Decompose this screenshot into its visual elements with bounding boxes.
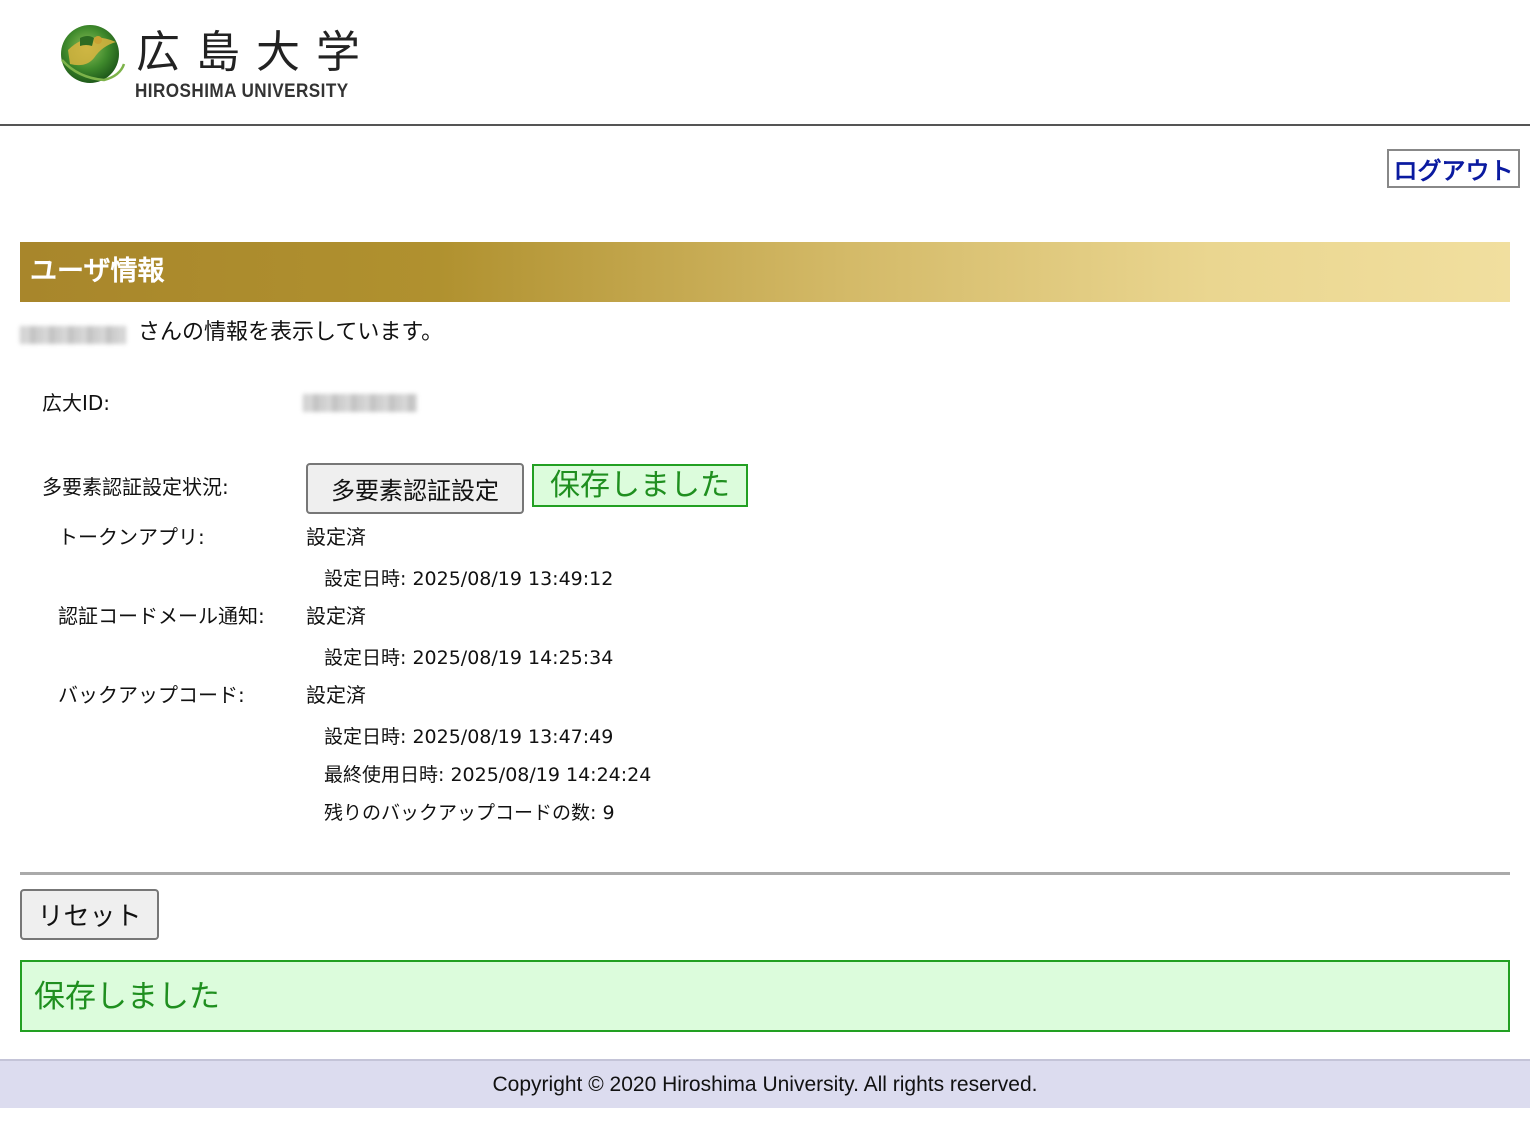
section-divider <box>20 872 1510 875</box>
mfa-settings-button[interactable]: 多要素認証設定 <box>306 463 524 514</box>
user-id-label: 広大ID: <box>42 391 111 415</box>
saved-banner: 保存しました <box>20 960 1510 1032</box>
copyright-text: Copyright © 2020 Hiroshima University. A… <box>492 1072 1038 1096</box>
backup-code-status: 設定済 <box>306 683 366 707</box>
token-app-status: 設定済 <box>306 525 366 549</box>
backup-code-label: バックアップコード: <box>58 683 245 707</box>
site-footer: Copyright © 2020 Hiroshima University. A… <box>0 1059 1530 1108</box>
site-header: 広島大学 HIROSHIMA UNIVERSITY <box>0 0 1530 126</box>
redacted-user-name <box>20 326 126 344</box>
redacted-user-id <box>303 394 417 412</box>
section-title: ユーザ情報 <box>30 256 165 287</box>
backup-code-set-datetime: 設定日時: 2025/08/19 13:47:49 <box>324 726 614 748</box>
reset-button[interactable]: リセット <box>20 889 159 940</box>
token-app-set-datetime: 設定日時: 2025/08/19 13:49:12 <box>324 568 614 590</box>
email-notify-label: 認証コードメール通知: <box>58 604 265 628</box>
email-notify-set-datetime: 設定日時: 2025/08/19 14:25:34 <box>324 647 614 669</box>
backup-code-remaining: 残りのバックアップコードの数: 9 <box>324 802 615 824</box>
section-header: ユーザ情報 <box>20 242 1510 302</box>
user-intro-text: さんの情報を表示しています。 <box>138 320 444 345</box>
saved-notice-inline: 保存しました <box>532 464 748 507</box>
token-app-label: トークンアプリ: <box>58 525 205 549</box>
university-emblem-icon <box>61 25 126 83</box>
logout-link[interactable]: ログアウト <box>1387 149 1520 188</box>
logo-english-name: HIROSHIMA UNIVERSITY <box>135 81 349 102</box>
logo-japanese-name: 広島大学 <box>136 27 376 78</box>
email-notify-status: 設定済 <box>306 604 366 628</box>
backup-code-last-used: 最終使用日時: 2025/08/19 14:24:24 <box>324 764 652 786</box>
mfa-status-label: 多要素認証設定状況: <box>42 475 229 499</box>
saved-banner-message: 保存しました <box>34 979 220 1015</box>
